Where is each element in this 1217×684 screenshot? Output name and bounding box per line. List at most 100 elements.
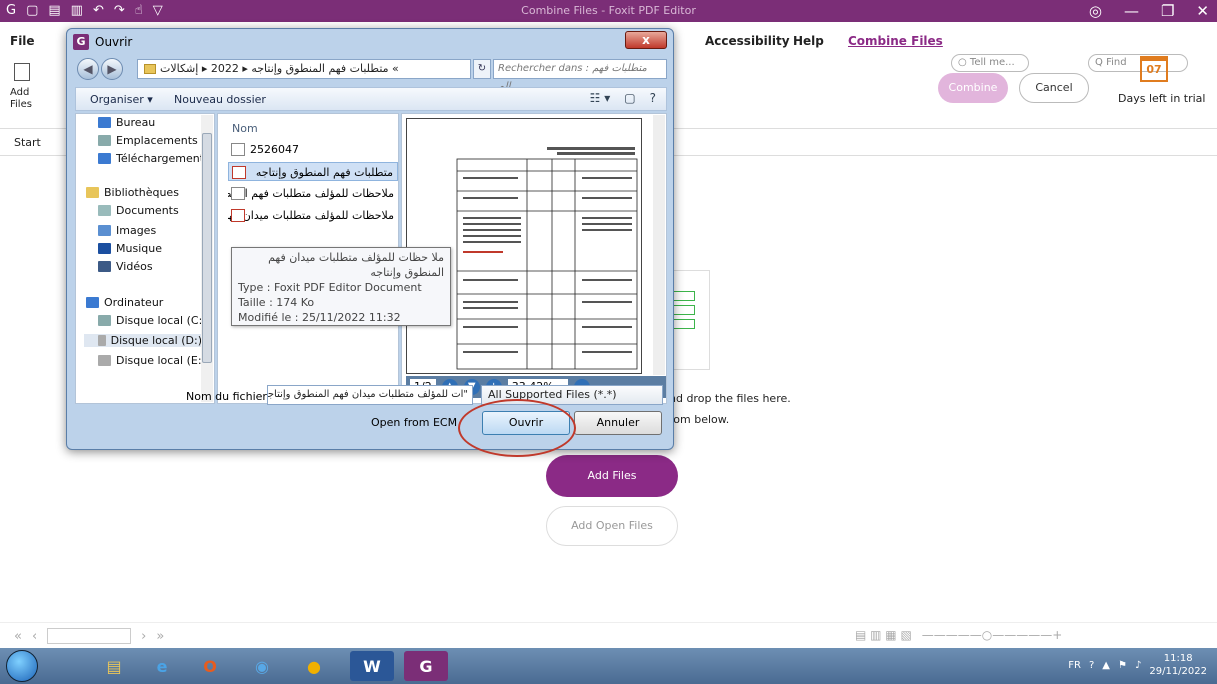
foxit-icon: G — [73, 34, 89, 50]
pdf-icon — [232, 166, 246, 179]
open-file-dialog: G Ouvrir x ◀ ▶ متطلبات فهم المنطوق وإنتا… — [66, 28, 674, 450]
find-input[interactable]: Q Find — [1088, 54, 1188, 72]
view-mode-icon[interactable]: ▤ ▥ ▦ ▧ — [855, 628, 912, 642]
nav-item-libraries[interactable]: Bibliothèques — [86, 186, 179, 199]
filename-label: Nom du fichier : — [186, 390, 275, 403]
office-taskbar-icon[interactable]: O — [188, 651, 232, 681]
nav-item-computer[interactable]: Ordinateur — [86, 296, 163, 309]
close-icon[interactable]: ✕ — [1196, 2, 1209, 20]
nav-item-disk-c[interactable]: Disque local (C:) — [98, 314, 207, 327]
windows-taskbar: ▤ e O ◉ ● W G FR ? ▲ ⚑ ♪ 11:18 29/11/202… — [0, 648, 1217, 684]
nav-item-disk-d[interactable]: Disque local (D:) — [84, 334, 202, 347]
minimize-icon[interactable]: — — [1124, 2, 1139, 20]
column-header-name[interactable]: Nom — [232, 122, 258, 135]
back-button[interactable]: ◀ — [77, 58, 99, 80]
calendar-icon: 07 — [1140, 56, 1168, 82]
page-number-input[interactable] — [47, 628, 132, 644]
nav-item-videos[interactable]: Vidéos — [98, 260, 153, 273]
red-highlight-circle — [458, 399, 576, 457]
dialog-close-button[interactable]: x — [625, 31, 667, 49]
restore-icon[interactable]: ❐ — [1161, 2, 1174, 20]
add-open-files-button[interactable]: Add Open Files — [546, 506, 678, 546]
file-icon — [231, 187, 245, 200]
add-file-icon — [14, 63, 30, 81]
explorer-taskbar-icon[interactable]: ▤ — [92, 651, 136, 681]
file-item[interactable]: متطلبات فهم المنطوق وإنتاجه — [228, 162, 398, 181]
file-item[interactable]: ملاحظات للمؤلف متطلبات ميدان فهم المنطوق… — [228, 206, 398, 225]
flag-icon[interactable]: ⚑ — [1118, 660, 1127, 671]
menu-help[interactable]: Help — [793, 34, 824, 48]
menu-file[interactable]: File — [10, 34, 35, 48]
organize-button[interactable]: Organiser ▾ — [90, 93, 153, 106]
nav-item-documents[interactable]: Documents — [98, 204, 179, 217]
pdf-icon — [231, 209, 245, 222]
file-item[interactable]: 2526047 — [228, 140, 398, 159]
teamviewer-taskbar-icon[interactable]: ◉ — [240, 651, 284, 681]
dialog-title: Ouvrir — [95, 35, 133, 49]
help-icon[interactable]: ? — [650, 91, 656, 105]
nav-item-images[interactable]: Images — [98, 224, 156, 237]
menu-accessibility[interactable]: Accessibility — [705, 34, 790, 48]
system-tray: FR ? ▲ ⚑ ♪ 11:18 29/11/2022 — [1068, 652, 1207, 678]
start-button[interactable] — [6, 650, 38, 682]
nav-item-disk-e[interactable]: Disque local (E:) — [98, 354, 206, 367]
view-menu-icon[interactable]: ☷ ▾ — [590, 91, 611, 105]
chrome-taskbar-icon[interactable]: ● — [292, 651, 336, 681]
zoom-controls: ▤ ▥ ▦ ▧ —————○—————+ — [855, 628, 1062, 642]
nav-item-bureau[interactable]: Bureau — [98, 116, 155, 129]
file-tooltip: ملا حظات للمؤلف متطلبات ميدان فهم المنطو… — [231, 247, 451, 326]
new-folder-button[interactable]: Nouveau dossier — [174, 93, 266, 106]
navigation-pane: Bureau Emplacements ré Téléchargements B… — [75, 113, 215, 404]
tab-start[interactable]: Start — [14, 136, 41, 149]
next-page-icon[interactable]: › — [141, 629, 146, 644]
last-page-icon[interactable]: » — [156, 629, 164, 644]
foxit-taskbar-icon[interactable]: G — [404, 651, 448, 681]
ie-taskbar-icon[interactable]: e — [140, 651, 184, 681]
drop-instruction: nd drop the files here. — [669, 392, 791, 405]
dialog-toolbar: Organiser ▾ Nouveau dossier ☷ ▾ ▢ ? — [75, 87, 667, 111]
address-bar[interactable]: متطلبات فهم المنطوق وإنتاجه ▸ 2022 ▸ إشك… — [137, 59, 471, 79]
pdf-page-preview — [406, 118, 642, 374]
search-input[interactable]: Rechercher dans : متطلبات فهم الم.. — [493, 59, 667, 92]
add-files-ribbon-button[interactable]: Add Files — [10, 63, 32, 111]
menu-combine-files[interactable]: Combine Files — [848, 34, 943, 48]
refresh-button[interactable]: ↻ — [473, 59, 491, 79]
preview-scrollbar[interactable] — [653, 115, 665, 375]
word-taskbar-icon[interactable]: W — [350, 651, 394, 681]
status-bar: « ‹ › » ▤ ▥ ▦ ▧ —————○—————+ — [0, 622, 1217, 648]
first-page-icon[interactable]: « — [14, 629, 22, 644]
help-icon[interactable]: ? — [1089, 660, 1094, 671]
zoom-slider[interactable]: —————○—————+ — [922, 628, 1063, 642]
view-options: ☷ ▾ ▢ ? — [590, 91, 656, 105]
add-files-button[interactable]: Add Files — [546, 455, 678, 497]
file-icon — [231, 143, 245, 156]
nav-item-music[interactable]: Musique — [98, 242, 162, 255]
cancel-dialog-button[interactable]: Annuler — [574, 411, 662, 435]
window-controls: ◎ — ❐ ✕ — [1089, 0, 1209, 22]
preview-pane-icon[interactable]: ▢ — [624, 91, 635, 105]
address-row: ◀ ▶ متطلبات فهم المنطوق وإنتاجه ▸ 2022 ▸… — [75, 56, 667, 92]
network-icon[interactable]: ▲ — [1102, 660, 1110, 671]
window-title: Combine Files - Foxit PDF Editor — [521, 4, 696, 17]
volume-icon[interactable]: ♪ — [1135, 660, 1141, 671]
nav-item-recent[interactable]: Emplacements ré — [98, 134, 212, 147]
clock[interactable]: 11:18 29/11/2022 — [1149, 652, 1207, 678]
combine-button[interactable]: Combine — [938, 73, 1008, 103]
page-navigation: « ‹ › » — [14, 628, 164, 644]
nav-scrollbar[interactable] — [201, 115, 213, 402]
open-from-ecm-button[interactable]: Open from ECM — [371, 416, 457, 429]
filename-input[interactable]: "ات للمؤلف متطلبات ميدان فهم المنطوق وإن… — [267, 385, 473, 405]
drop-instruction-2: rom below. — [669, 413, 730, 426]
nav-item-downloads[interactable]: Téléchargements — [98, 152, 210, 165]
dialog-titlebar: G Ouvrir — [73, 32, 132, 52]
file-item[interactable]: ملاحظات للمؤلف متطلبات فهم المنطوق وإنت — [228, 184, 398, 203]
trial-label: Days left in trial — [1118, 92, 1206, 105]
app-titlebar: G ▢ ▤ ▥ ↶ ↷ ☝ ▽ Combine Files - Foxit PD… — [0, 0, 1217, 22]
language-indicator[interactable]: FR — [1068, 660, 1081, 671]
forward-button[interactable]: ▶ — [101, 58, 123, 80]
tell-me-input[interactable]: ○ Tell me... — [951, 54, 1029, 72]
account-icon[interactable]: ◎ — [1089, 2, 1102, 20]
folder-icon — [144, 64, 156, 74]
prev-page-icon[interactable]: ‹ — [32, 629, 37, 644]
cancel-button[interactable]: Cancel — [1019, 73, 1089, 103]
